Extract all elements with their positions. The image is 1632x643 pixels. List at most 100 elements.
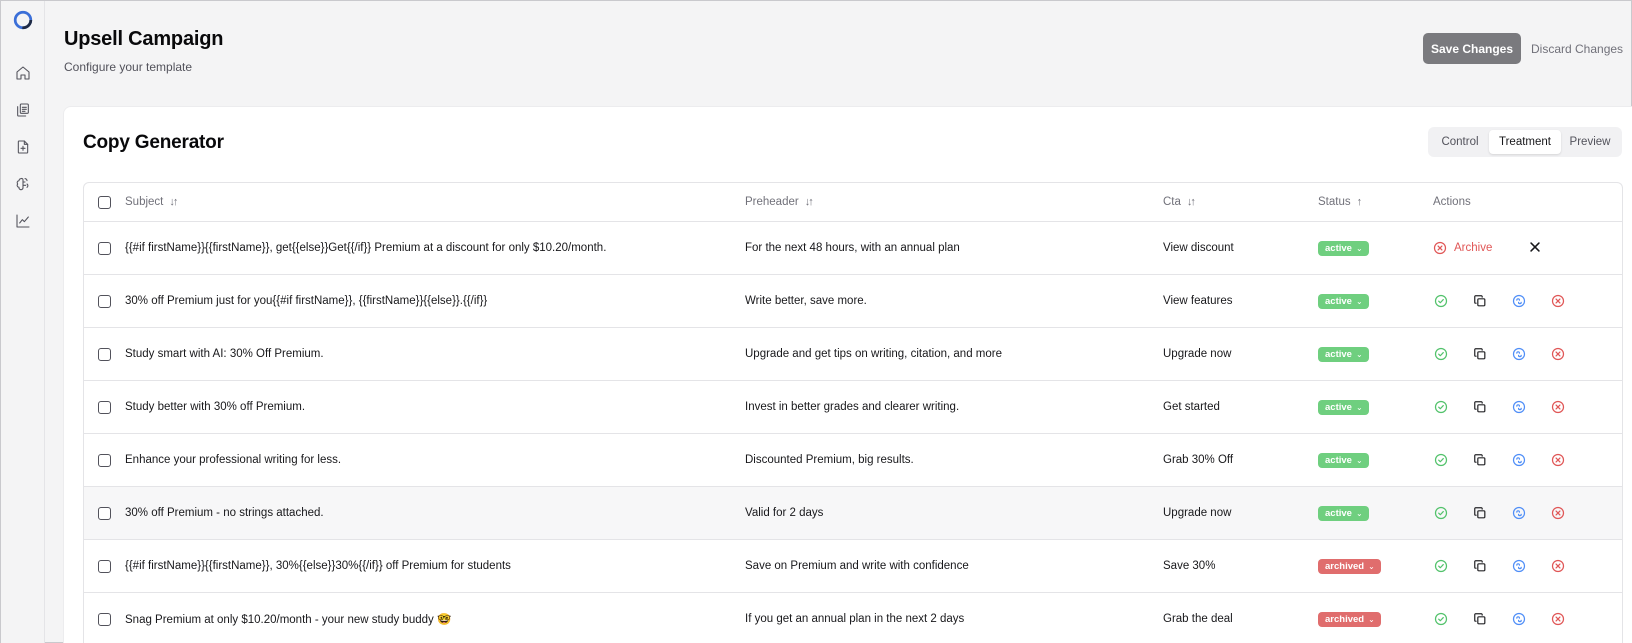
approve-icon[interactable] [1433,505,1449,521]
subject-cell: Study smart with AI: 30% Off Premium. [125,348,324,360]
column-header-preheader[interactable]: Preheader ↓↑ [745,183,814,221]
row-checkbox[interactable] [98,400,111,414]
approve-icon[interactable] [1433,611,1449,627]
status-label: active [1325,295,1352,307]
page-header: Upsell Campaign Configure your template [64,28,223,74]
chevron-down-icon: ⌄ [1355,508,1363,518]
status-badge[interactable]: active ⌄ [1318,452,1369,468]
table-row[interactable]: Enhance your professional writing for le… [84,434,1622,487]
save-changes-button[interactable]: Save Changes [1423,33,1521,64]
archive-icon[interactable] [1550,558,1566,574]
tab-treatment[interactable]: Treatment [1489,130,1561,154]
row-actions [1433,275,1589,327]
copy-icon[interactable] [1472,399,1488,415]
brain-icon[interactable] [13,174,33,194]
ai-rewrite-icon[interactable] [1511,452,1527,468]
cta-cell: Save 30% [1163,560,1216,572]
table-row[interactable]: Snag Premium at only $10.20/month - your… [84,593,1622,643]
ai-rewrite-icon[interactable] [1511,399,1527,415]
subject-cell: 30% off Premium just for you{{#if firstN… [125,295,488,307]
approve-icon[interactable] [1433,293,1449,309]
select-all-checkbox[interactable] [98,195,111,209]
copy-files-icon[interactable] [13,100,33,120]
archive-icon[interactable] [1550,505,1566,521]
table-row[interactable]: {{#if firstName}}{{firstName}}, get{{els… [84,222,1622,275]
table-row[interactable]: 30% off Premium - no strings attached. Va… [84,487,1622,540]
archive-icon[interactable] [1550,452,1566,468]
sort-icon[interactable]: ↓↑ [805,196,814,208]
chart-line-icon[interactable] [13,211,33,231]
row-checkbox[interactable] [98,294,111,308]
chevron-down-icon: ⌄ [1355,402,1363,412]
file-import-icon[interactable] [13,137,33,157]
status-badge[interactable]: active ⌄ [1318,293,1369,309]
status-badge[interactable]: active ⌄ [1318,505,1369,521]
table-row[interactable]: {{#if firstName}}{{firstName}}, 30%{{els… [84,540,1622,593]
status-badge[interactable]: active ⌄ [1318,399,1369,415]
ai-rewrite-icon[interactable] [1511,558,1527,574]
copy-icon[interactable] [1472,452,1488,468]
copy-icon[interactable] [1472,611,1488,627]
sort-asc-icon[interactable]: ↑ [1357,196,1362,208]
row-checkbox[interactable] [98,612,111,626]
home-icon[interactable] [13,63,33,83]
discard-changes-button[interactable]: Discard Changes [1531,33,1632,64]
status-badge[interactable]: archived ⌄ [1318,611,1381,627]
archive-button[interactable]: Archive [1433,241,1492,255]
row-checkbox[interactable] [98,506,111,520]
copy-table: Subject ↓↑ Preheader ↓↑ Cta ↓↑ Status ↑ … [83,182,1623,643]
cta-cell: View discount [1163,242,1234,254]
subject-cell: Study better with 30% off Premium. [125,401,306,413]
row-actions [1433,434,1589,486]
table-row[interactable]: Study better with 30% off Premium. Invest… [84,381,1622,434]
chevron-down-icon: ⌄ [1355,455,1363,465]
table-row[interactable]: 30% off Premium just for you{{#if firstN… [84,275,1622,328]
close-icon[interactable] [1528,240,1544,256]
archive-icon [1433,241,1454,255]
status-badge[interactable]: active ⌄ [1318,240,1369,256]
row-checkbox[interactable] [98,453,111,467]
copy-icon[interactable] [1472,293,1488,309]
tab-control[interactable]: Control [1431,130,1489,154]
approve-icon[interactable] [1433,452,1449,468]
sort-icon[interactable]: ↓↑ [169,196,178,208]
sidebar [1,1,45,643]
ai-rewrite-icon[interactable] [1511,505,1527,521]
cta-cell: Upgrade now [1163,507,1232,519]
column-header-subject[interactable]: Subject ↓↑ [125,183,178,221]
copy-icon[interactable] [1472,505,1488,521]
row-checkbox[interactable] [98,347,111,361]
page-subtitle: Configure your template [64,60,193,74]
status-label: active [1325,454,1352,466]
row-checkbox[interactable] [98,559,111,573]
column-header-status[interactable]: Status ↑ [1318,183,1362,221]
ai-rewrite-icon[interactable] [1511,346,1527,362]
archive-icon[interactable] [1550,611,1566,627]
copy-icon[interactable] [1472,346,1488,362]
copy-icon[interactable] [1472,558,1488,574]
ai-rewrite-icon[interactable] [1511,293,1527,309]
archive-icon[interactable] [1550,293,1566,309]
row-actions [1433,381,1589,433]
page-title: Upsell Campaign [64,28,224,50]
status-badge[interactable]: active ⌄ [1318,346,1369,362]
preheader-cell: Invest in better grades and clearer writ… [745,401,960,413]
tab-preview[interactable]: Preview [1561,130,1619,154]
column-header-actions: Actions [1433,196,1471,208]
approve-icon[interactable] [1433,558,1449,574]
logo-icon [13,10,32,30]
preheader-cell: Write better, save more. [745,295,867,307]
ai-rewrite-icon[interactable] [1511,611,1527,627]
status-badge[interactable]: archived ⌄ [1318,558,1381,574]
table-row[interactable]: Study smart with AI: 30% Off Premium. Upg… [84,328,1622,381]
approve-icon[interactable] [1433,346,1449,362]
archive-icon[interactable] [1550,346,1566,362]
subject-cell: {{#if firstName}}{{firstName}}, 30%{{els… [125,560,511,572]
preheader-cell: Discounted Premium, big results. [745,454,914,466]
approve-icon[interactable] [1433,399,1449,415]
archive-icon[interactable] [1550,399,1566,415]
sort-icon[interactable]: ↓↑ [1187,196,1196,208]
column-header-cta[interactable]: Cta ↓↑ [1163,183,1196,221]
row-actions [1433,593,1589,643]
row-checkbox[interactable] [98,241,111,255]
